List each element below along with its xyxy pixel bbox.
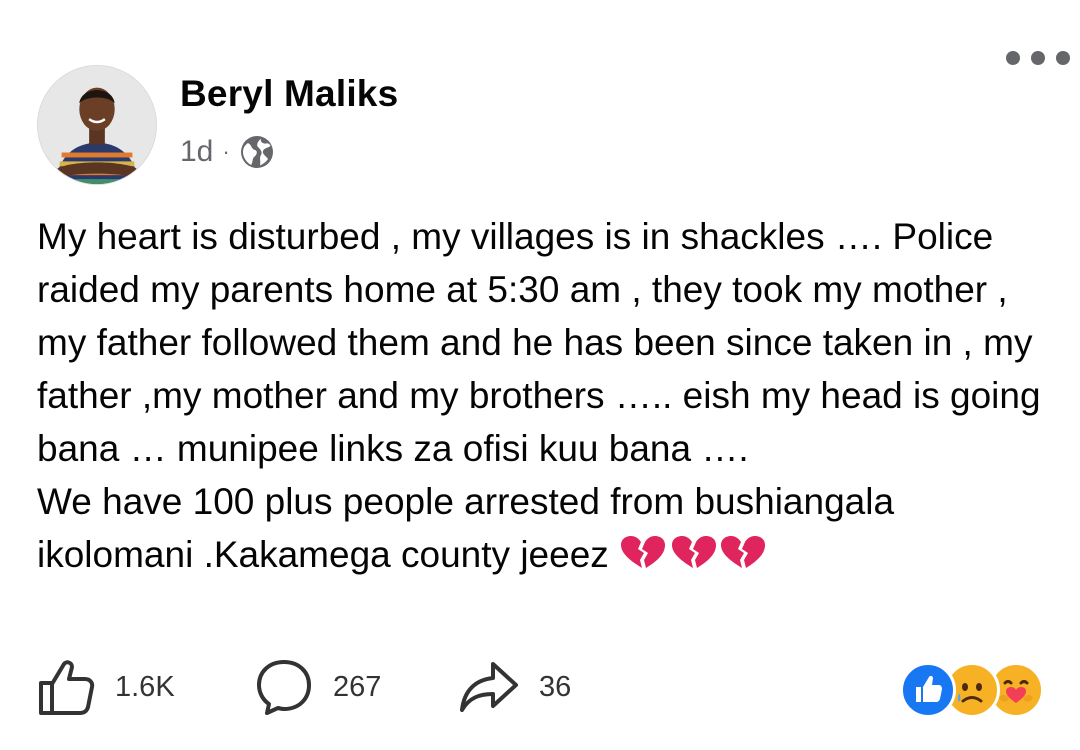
thumbs-up-icon [39,660,95,715]
post-meta: 1d · [180,130,275,174]
post-paragraph-2: We have 100 plus people arrested from bu… [37,475,1047,585]
post-paragraph-1: My heart is disturbed , my villages is i… [37,216,1041,469]
author-name[interactable]: Beryl Maliks [180,73,398,115]
post-time[interactable]: 1d [180,135,213,169]
more-options-icon[interactable] [1006,45,1070,71]
comment-icon [257,660,311,715]
dot-icon [1006,51,1020,65]
like-count: 1.6K [115,670,175,703]
comment-button[interactable]: 267 [255,658,459,716]
broken-heart-icon [621,536,766,568]
author-avatar[interactable] [37,65,157,185]
broken-hearts-emoji [619,532,767,585]
dot-icon [1056,51,1070,65]
post-body: My heart is disturbed , my villages is i… [37,210,1047,620]
thumbs-up-icon [916,675,942,702]
share-count: 36 [539,670,572,703]
share-button[interactable]: 36 [459,658,571,716]
dot-icon [1031,51,1045,65]
facebook-post: Beryl Maliks 1d · My heart is disturbed … [0,0,1080,750]
profile-photo-icon [38,66,156,184]
comment-count: 267 [333,670,382,703]
reaction-summary[interactable] [900,660,1050,718]
like-reaction-icon [900,662,956,718]
post-actions: 1.6K 267 36 [37,655,571,719]
like-button[interactable]: 1.6K [37,658,255,716]
globe-icon[interactable] [239,134,275,170]
share-arrow-icon [460,662,518,712]
meta-separator: · [222,139,230,164]
